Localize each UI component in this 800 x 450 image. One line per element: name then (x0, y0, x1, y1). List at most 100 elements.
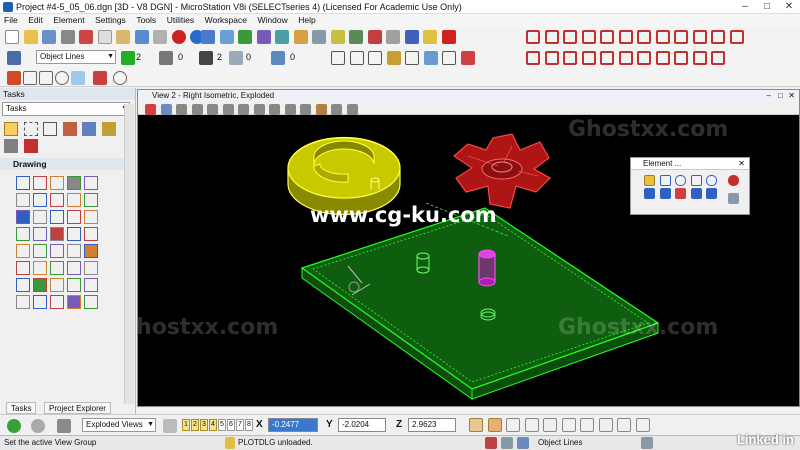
solid-tool-4-icon[interactable] (581, 51, 596, 65)
menu-tools[interactable]: Tools (132, 14, 160, 26)
view-display-style-icon[interactable] (160, 104, 172, 115)
element-pointer-icon[interactable] (728, 193, 739, 204)
fit-view-icon[interactable] (238, 104, 250, 115)
solid-tool-6-icon[interactable] (618, 51, 633, 65)
drawing-tool-5-icon[interactable] (84, 176, 98, 190)
close-icon[interactable]: ✕ (778, 0, 800, 14)
view-tool-5-icon[interactable] (600, 30, 615, 44)
view-group-combo[interactable]: Exploded Views ▼ (82, 418, 156, 432)
solid-tool-8-icon[interactable] (655, 51, 670, 65)
cancel-icon[interactable] (441, 30, 456, 44)
forward-arrow-icon[interactable] (31, 419, 45, 433)
x-coordinate-field[interactable]: -0.2477 (268, 418, 318, 432)
drawing-tool-39-icon[interactable] (67, 295, 81, 309)
render-icon[interactable] (312, 30, 327, 44)
zoom-out-icon[interactable] (207, 104, 219, 115)
line-weight-icon[interactable] (199, 51, 213, 65)
drawing-tool-19-icon[interactable] (67, 227, 81, 241)
accudraw-icon[interactable] (423, 30, 438, 44)
reference-icon[interactable] (238, 30, 253, 44)
saved-views-icon[interactable] (293, 30, 308, 44)
view-tool-11-icon[interactable] (711, 30, 726, 44)
drawing-tool-33-icon[interactable] (50, 278, 64, 292)
place-shape-icon[interactable] (39, 71, 53, 85)
priority-icon[interactable] (271, 51, 285, 65)
solid-tool-3-icon[interactable] (563, 51, 578, 65)
pan-view-icon[interactable] (269, 104, 281, 115)
copy-element-icon[interactable] (71, 71, 85, 85)
attributes-icon[interactable] (4, 139, 18, 153)
tab-tasks[interactable]: Tasks (6, 402, 37, 414)
view-toggle-7-button[interactable]: 7 (236, 419, 244, 431)
view-toggle-5-button[interactable]: 5 (218, 419, 226, 431)
drawing-tool-18-icon[interactable] (50, 227, 64, 241)
new-file-icon[interactable] (5, 30, 19, 44)
drawing-tool-15-icon[interactable] (84, 210, 98, 224)
place-circle-icon[interactable] (55, 71, 69, 85)
view-close-icon[interactable]: ✕ (788, 90, 795, 102)
drawing-tool-31-icon[interactable] (16, 278, 30, 292)
solid-tool-11-icon[interactable] (711, 51, 726, 65)
snap-mode-icon[interactable] (113, 71, 127, 85)
view-group-icon[interactable] (57, 419, 71, 433)
drawing-tool-12-icon[interactable] (33, 210, 47, 224)
drawing-tool-8-icon[interactable] (50, 193, 64, 207)
view-tool-7-icon[interactable] (637, 30, 652, 44)
drawing-tool-38-icon[interactable] (50, 295, 64, 309)
menu-help[interactable]: Help (294, 14, 319, 26)
drawing-tool-28-icon[interactable] (50, 261, 64, 275)
level-manager-icon[interactable] (219, 30, 234, 44)
clip-volume-icon[interactable] (315, 104, 327, 115)
tab-project-explorer[interactable]: Project Explorer (44, 402, 111, 414)
drawing-tool-25-icon[interactable] (84, 244, 98, 258)
drawing-tool-34-icon[interactable] (67, 278, 81, 292)
primary-tool-6-icon[interactable] (423, 51, 438, 65)
drawing-tool-35-icon[interactable] (84, 278, 98, 292)
drawing-tool-6-icon[interactable] (16, 193, 30, 207)
lock-toggle-icon[interactable] (485, 437, 497, 449)
accudraw-lock-icon[interactable] (469, 418, 483, 432)
transparency-icon[interactable] (229, 51, 243, 65)
snap-origin-icon[interactable] (561, 418, 576, 432)
drawing-tool-32-icon[interactable] (33, 278, 47, 292)
raster-icon[interactable] (275, 30, 290, 44)
place-block-icon[interactable] (23, 71, 37, 85)
element-delete-icon[interactable] (675, 188, 687, 199)
view-tool-4-icon[interactable] (581, 30, 596, 44)
solid-tool-5-icon[interactable] (600, 51, 615, 65)
menu-settings[interactable]: Settings (91, 14, 130, 26)
view-tool-8-icon[interactable] (655, 30, 670, 44)
redo-icon[interactable] (153, 30, 168, 44)
snap-tangent-icon[interactable] (598, 418, 613, 432)
rotate-view-icon[interactable] (253, 104, 265, 115)
paste-icon[interactable] (116, 30, 131, 44)
drawing-tool-29-icon[interactable] (67, 261, 81, 275)
groups-icon[interactable] (101, 122, 116, 136)
drawing-tool-22-icon[interactable] (33, 244, 47, 258)
element-line-icon[interactable] (644, 188, 655, 199)
back-arrow-icon[interactable] (7, 419, 21, 433)
snap-midpoint-icon[interactable] (524, 418, 539, 432)
z-coordinate-field[interactable]: 2.9623 (408, 418, 456, 432)
view-next-icon[interactable] (300, 104, 312, 115)
snap-intersection-icon[interactable] (580, 418, 595, 432)
primary-tool-2-icon[interactable] (349, 51, 364, 65)
menu-edit[interactable]: Edit (24, 14, 47, 26)
view-minimize-icon[interactable]: – (767, 90, 771, 102)
zoom-in-icon[interactable] (191, 104, 203, 115)
element-rotate-icon[interactable] (706, 188, 718, 199)
view-toggle-3-button[interactable]: 3 (200, 419, 208, 431)
drawing-tool-2-icon[interactable] (33, 176, 47, 190)
view-tool-6-icon[interactable] (618, 30, 633, 44)
y-coordinate-field[interactable]: -2.0204 (338, 418, 386, 432)
solid-tool-1-icon[interactable] (526, 51, 540, 65)
tasks-combo[interactable]: Tasks▼ (2, 102, 130, 116)
drawing-tool-1-icon[interactable] (16, 176, 30, 190)
color-table-icon[interactable] (171, 30, 186, 44)
materials-icon[interactable] (330, 30, 345, 44)
drawing-tool-11-icon[interactable] (16, 210, 30, 224)
models-icon[interactable] (256, 30, 271, 44)
primary-tool-5-icon[interactable] (405, 51, 420, 65)
element-fill-icon[interactable] (690, 188, 702, 199)
primary-tool-1-icon[interactable] (331, 51, 345, 65)
